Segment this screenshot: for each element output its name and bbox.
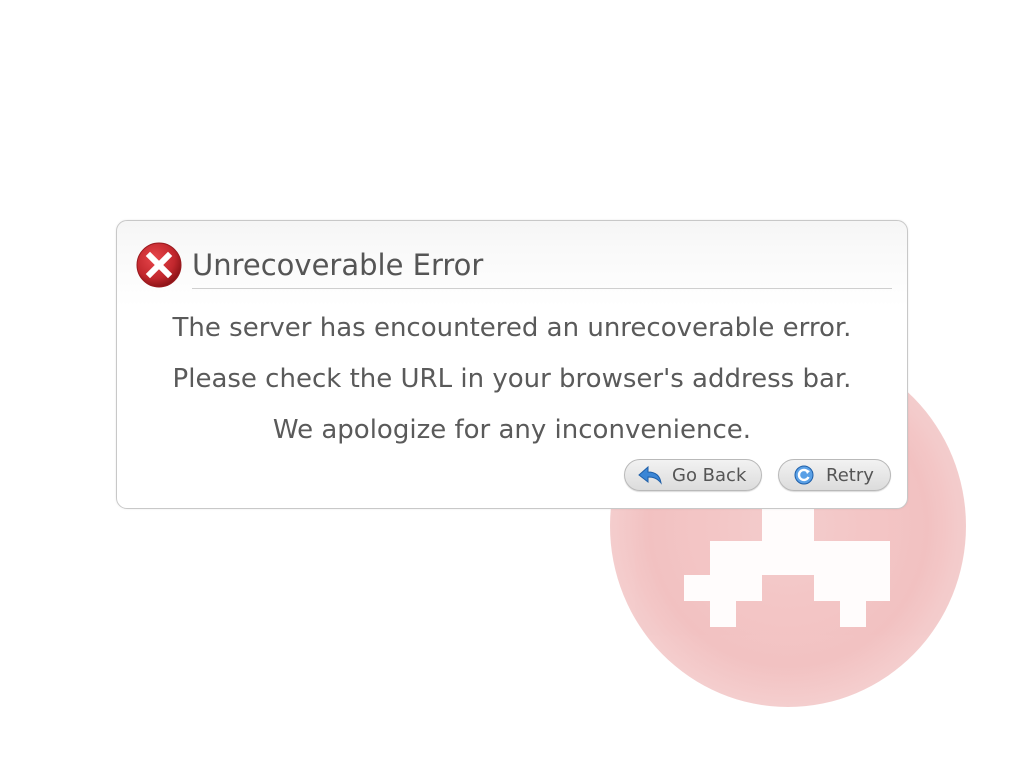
- back-arrow-icon: [637, 464, 663, 486]
- go-back-button[interactable]: Go Back: [624, 459, 762, 491]
- error-messages: The server has encountered an unrecovera…: [117, 303, 907, 456]
- refresh-icon: [791, 464, 817, 486]
- dialog-buttons: Go Back Retry: [624, 459, 891, 491]
- dialog-title: Unrecoverable Error: [192, 246, 892, 289]
- retry-button[interactable]: Retry: [778, 459, 891, 491]
- error-dialog: Unrecoverable Error The server has encou…: [116, 220, 908, 509]
- error-message-line: The server has encountered an unrecovera…: [172, 313, 852, 343]
- page: Unrecoverable Error The server has encou…: [0, 0, 1024, 768]
- error-x-icon: [136, 242, 182, 288]
- go-back-label: Go Back: [672, 464, 747, 486]
- retry-label: Retry: [826, 464, 874, 486]
- error-message-line: We apologize for any inconvenience.: [272, 415, 752, 445]
- error-message-line: Please check the URL in your browser's a…: [172, 364, 852, 394]
